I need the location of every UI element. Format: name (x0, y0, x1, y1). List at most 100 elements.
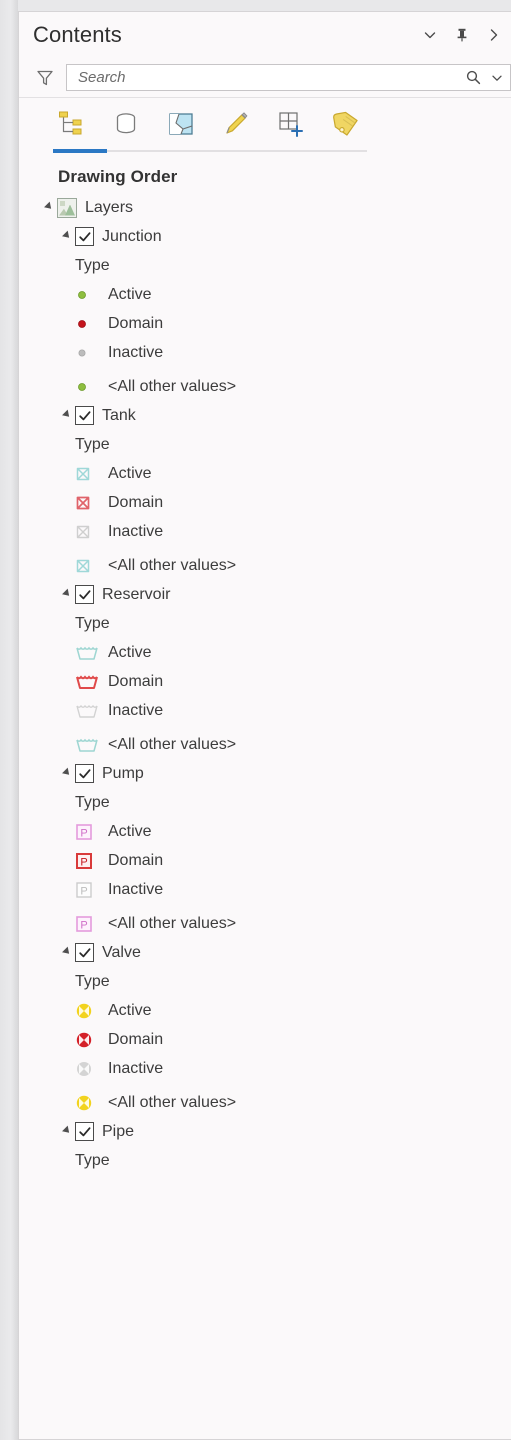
layer-name-label: Reservoir (102, 585, 171, 603)
layer-visibility-checkbox[interactable] (75, 585, 94, 604)
chevron-down-icon[interactable] (421, 26, 439, 44)
expand-triangle-icon[interactable] (59, 766, 75, 782)
layer-row-reservoir[interactable]: Reservoir (19, 580, 511, 609)
symbology-field-row: Type (19, 1146, 511, 1175)
legend-class-row[interactable]: <All other values> (19, 372, 511, 401)
symbology-field-label: Type (75, 1151, 110, 1169)
pin-icon[interactable] (453, 26, 471, 44)
legend-class-row[interactable]: <All other values> (19, 551, 511, 580)
symbol-circle-icon (74, 375, 102, 399)
legend-class-row[interactable]: P Active (19, 817, 511, 846)
legend-class-row[interactable]: P Inactive (19, 875, 511, 904)
legend-class-label: Active (108, 464, 152, 482)
titlebar-buttons (421, 26, 505, 44)
legend-class-label: Active (108, 285, 152, 303)
legend-class-label: Domain (108, 493, 164, 511)
search-field-wrapper (66, 64, 511, 91)
legend-class-row[interactable]: Inactive (19, 696, 511, 725)
legend-class-row[interactable]: Inactive (19, 338, 511, 367)
layer-row-tank[interactable]: Tank (19, 401, 511, 430)
legend-class-row[interactable]: Active (19, 638, 511, 667)
legend-class-row[interactable]: Inactive (19, 517, 511, 546)
pane-titlebar: Contents (19, 12, 511, 58)
svg-text:P: P (80, 885, 87, 897)
symbology-field-label: Type (75, 256, 110, 274)
layer-visibility-checkbox[interactable] (75, 406, 94, 425)
legend-class-label: Domain (108, 851, 164, 869)
legend-class-label: Domain (108, 1030, 164, 1048)
legend-class-label: Active (108, 1001, 152, 1019)
layer-visibility-checkbox[interactable] (75, 943, 94, 962)
tab-map-layers[interactable] (163, 106, 199, 142)
tab-data-source[interactable] (108, 106, 144, 142)
symbology-field-row: Type (19, 251, 511, 280)
layer-name-label: Pump (102, 764, 144, 782)
legend-class-label: <All other values> (108, 735, 237, 753)
legend-class-label: <All other values> (108, 556, 237, 574)
layer-name-label: Valve (102, 943, 141, 961)
close-icon[interactable] (485, 26, 503, 44)
legend-class-row[interactable]: Active (19, 280, 511, 309)
layer-row-junction[interactable]: Junction (19, 222, 511, 251)
tab-editing[interactable] (218, 106, 254, 142)
legend-class-row[interactable]: Active (19, 996, 511, 1025)
tree-item-layers[interactable]: Layers (19, 193, 511, 222)
search-field-actions (465, 65, 508, 90)
legend-class-label: Inactive (108, 522, 164, 540)
legend-class-label: Inactive (108, 343, 164, 361)
layer-row-pump[interactable]: Pump (19, 759, 511, 788)
magnifier-icon[interactable] (465, 69, 482, 86)
expand-triangle-icon[interactable] (59, 1124, 75, 1140)
legend-class-row[interactable]: <All other values> (19, 1088, 511, 1117)
expand-triangle-icon[interactable] (59, 945, 75, 961)
legend-class-label: <All other values> (108, 377, 237, 395)
symbology-field-row: Type (19, 609, 511, 638)
legend-class-row[interactable]: P Domain (19, 846, 511, 875)
contents-pane-window: Contents Search Drawing Order Layers Jun… (0, 0, 511, 1440)
legend-class-row[interactable]: Domain (19, 309, 511, 338)
symbol-tank-icon (74, 554, 102, 578)
filter-funnel-icon[interactable] (32, 66, 58, 90)
search-options-chevron-down-icon[interactable] (490, 71, 504, 85)
legend-class-row[interactable]: <All other values> (19, 730, 511, 759)
tab-active-indicator (53, 149, 107, 153)
legend-class-row[interactable]: Active (19, 459, 511, 488)
legend-class-label: Active (108, 822, 152, 840)
search-input[interactable] (67, 65, 510, 90)
contents-tree[interactable]: Drawing Order Layers Junction Type Activ… (19, 158, 511, 1439)
legend-class-row[interactable]: Domain (19, 488, 511, 517)
expand-triangle-icon[interactable] (59, 408, 75, 424)
legend-class-label: <All other values> (108, 914, 237, 932)
layer-visibility-checkbox[interactable] (75, 764, 94, 783)
expand-triangle-icon[interactable] (41, 200, 57, 216)
tab-labeling[interactable] (328, 106, 364, 142)
tab-snapping[interactable] (273, 106, 309, 142)
page-title: Contents (33, 22, 122, 47)
symbol-reservoir-icon (74, 670, 102, 694)
expand-triangle-icon[interactable] (59, 587, 75, 603)
symbol-tank-icon (74, 491, 102, 515)
legend-class-row[interactable]: Inactive (19, 1054, 511, 1083)
legend-class-label: Domain (108, 672, 164, 690)
svg-text:P: P (80, 919, 87, 931)
symbol-circle-icon (74, 341, 102, 365)
legend-class-row[interactable]: Domain (19, 1025, 511, 1054)
layer-row-valve[interactable]: Valve (19, 938, 511, 967)
expand-triangle-icon[interactable] (59, 229, 75, 245)
contents-pane: Contents Search Drawing Order Layers Jun… (18, 11, 511, 1440)
view-tabs (19, 98, 511, 158)
layer-row-pipe[interactable]: Pipe (19, 1117, 511, 1146)
layer-visibility-checkbox[interactable] (75, 1122, 94, 1141)
symbol-pump-icon: P (74, 912, 102, 936)
symbol-valve-icon (74, 999, 102, 1023)
tab-drawing-order[interactable] (53, 106, 89, 142)
symbol-reservoir-icon (74, 699, 102, 723)
layers-raster-icon (57, 197, 77, 218)
symbology-field-label: Type (75, 972, 110, 990)
legend-class-row[interactable]: Domain (19, 667, 511, 696)
legend-class-label: Inactive (108, 880, 164, 898)
symbol-pump-icon: P (74, 849, 102, 873)
symbology-field-row: Type (19, 430, 511, 459)
legend-class-row[interactable]: P <All other values> (19, 909, 511, 938)
layer-visibility-checkbox[interactable] (75, 227, 94, 246)
